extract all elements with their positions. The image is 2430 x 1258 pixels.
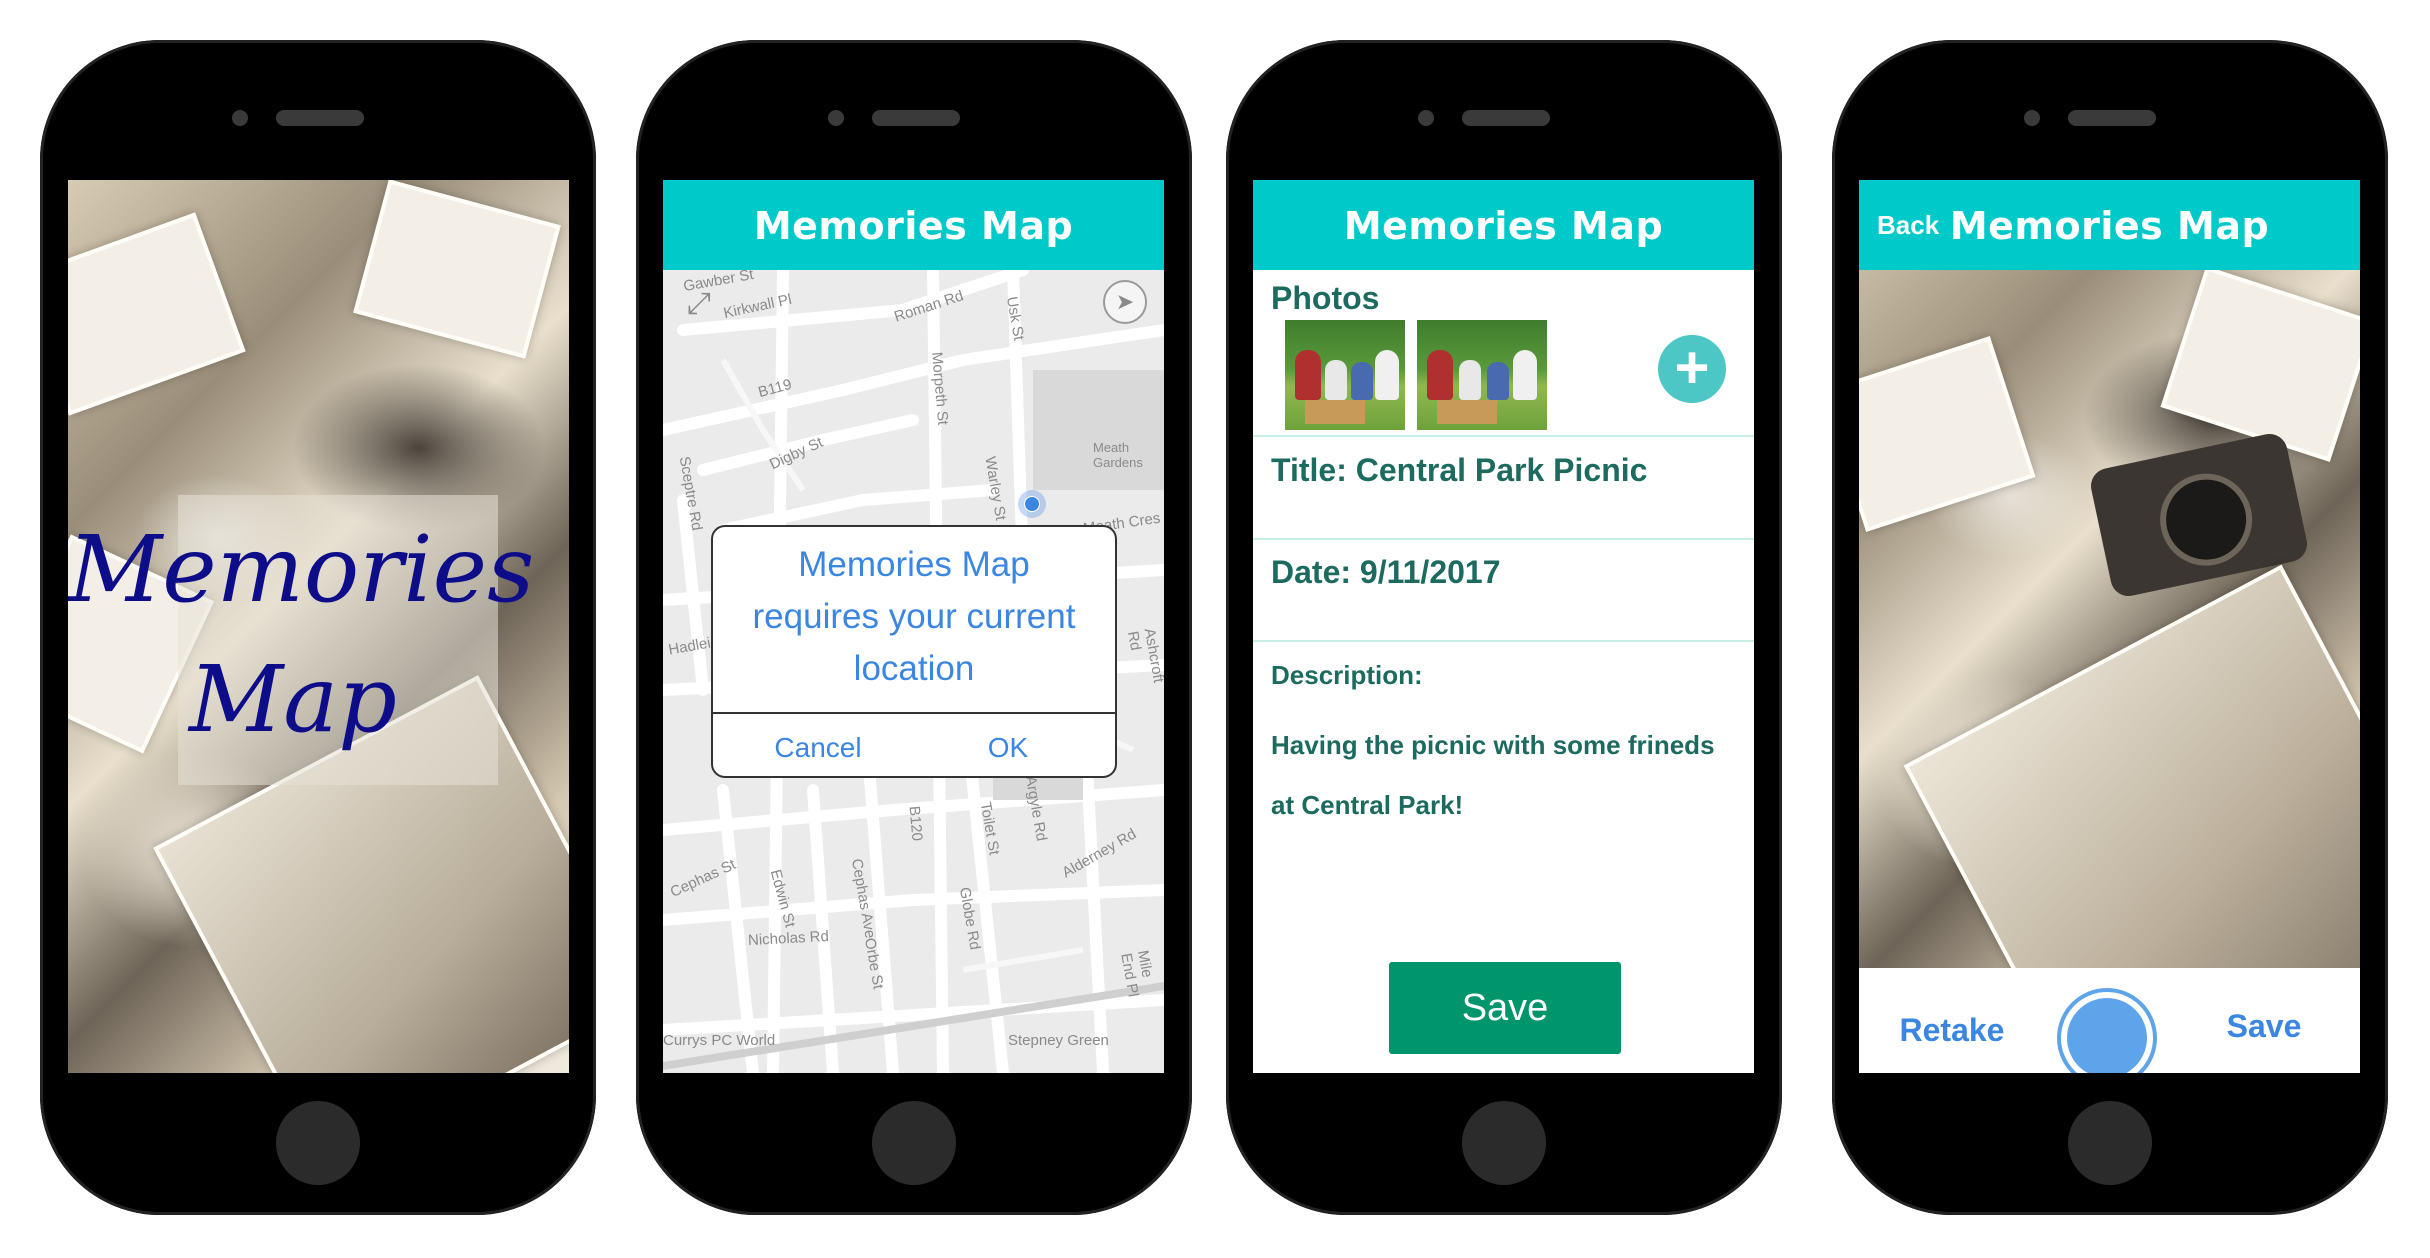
street-label: Orbe St — [860, 936, 887, 991]
camera-preview — [1859, 180, 2360, 968]
street-label: Globe Rd — [955, 885, 984, 952]
street-label: Cephas Ave — [847, 857, 879, 940]
earpiece-speaker — [872, 110, 960, 126]
photo-thumbnail[interactable] — [1417, 320, 1547, 430]
header-title: Memories Map — [1343, 204, 1664, 248]
title-field[interactable]: Title: Central Park Picnic — [1271, 452, 1647, 489]
splash-title-line2: Map — [189, 646, 397, 753]
street-label: Mile End Pl — [1117, 948, 1156, 999]
front-camera — [232, 110, 248, 126]
dialog-message: Memories Map requires your current locat… — [752, 545, 1076, 688]
home-button[interactable] — [2068, 1101, 2152, 1185]
divider — [1253, 538, 1754, 540]
street-label: Edwin St — [766, 867, 799, 930]
splash-title: Memories Map — [68, 505, 535, 765]
add-photo-button[interactable]: + — [1658, 335, 1726, 403]
map-screen: Memories Map Gawber St Kirkwall Pl Roman… — [663, 180, 1164, 1073]
app-header: Memories Map — [663, 180, 1164, 270]
save-button[interactable]: Save — [1389, 962, 1621, 1054]
street-label: Sceptre Rd — [675, 455, 706, 532]
divider — [1253, 640, 1754, 642]
street-label: Currys PC World — [663, 1032, 776, 1049]
phone-camera: Back Memories Map Retake Save — [1832, 40, 2388, 1215]
cancel-button[interactable]: Cancel — [743, 723, 893, 773]
current-location-marker — [1018, 490, 1046, 518]
street-label: Nicholas Rd — [747, 927, 830, 950]
street-label: Stepney Green — [1008, 1032, 1109, 1049]
street-label: Digby St — [767, 433, 826, 474]
photos-label: Photos — [1271, 280, 1380, 316]
earpiece-speaker — [2068, 110, 2156, 126]
splash-screen: Memories Map — [68, 180, 569, 1073]
street-label: Cephas St — [667, 855, 739, 902]
street-label: Roman Rd — [892, 287, 966, 326]
street-label: Usk St — [1002, 295, 1028, 342]
description-line: Having the picnic with some frineds — [1271, 730, 1715, 760]
street-label: Warley St — [981, 455, 1010, 522]
earpiece-speaker — [1462, 110, 1550, 126]
street-label: B120 — [905, 805, 926, 842]
phone-splash: Memories Map — [40, 40, 596, 1215]
front-camera — [1418, 110, 1434, 126]
shutter-button[interactable] — [2057, 988, 2157, 1073]
phone-map: Memories Map Gawber St Kirkwall Pl Roman… — [636, 40, 1192, 1215]
street-label: Kirkwall Pl — [721, 290, 794, 323]
ok-button[interactable]: OK — [953, 723, 1063, 773]
home-button[interactable] — [276, 1101, 360, 1185]
photo-thumbnail[interactable] — [1285, 320, 1405, 430]
back-button[interactable]: Back — [1877, 180, 1939, 270]
street-label: Toilet St — [976, 800, 1003, 857]
street-label: Ashcroft Rd — [1123, 626, 1164, 685]
home-button[interactable] — [1462, 1101, 1546, 1185]
street-label: Alderney Rd — [1059, 825, 1140, 882]
front-camera — [828, 110, 844, 126]
retake-button[interactable]: Retake — [1897, 968, 2007, 1073]
earpiece-speaker — [276, 110, 364, 126]
street-label: B119 — [756, 375, 794, 402]
description-label: Description: — [1271, 660, 1423, 690]
splash-title-line1: Memories — [68, 516, 535, 623]
dialog-divider — [713, 712, 1115, 714]
expand-map-icon[interactable]: ⤢ — [683, 288, 715, 320]
date-field[interactable]: Date: 9/11/2017 — [1271, 554, 1501, 591]
header-title: Memories Map — [753, 204, 1074, 248]
divider — [1253, 435, 1754, 437]
front-camera — [2024, 110, 2040, 126]
camera-screen: Back Memories Map Retake Save — [1859, 180, 2360, 1073]
street-label: Argyle Rd — [1021, 774, 1051, 843]
location-dialog: Memories Map requires your current locat… — [711, 525, 1117, 778]
street-label: Meath Gardens — [1093, 440, 1143, 470]
description-line: at Central Park! — [1271, 790, 1464, 820]
locate-me-icon[interactable]: ➤ — [1103, 280, 1147, 324]
save-button[interactable]: Save — [2209, 968, 2319, 1073]
detail-screen: Memories Map Photos + Title: Central Par… — [1253, 180, 1754, 1073]
camera-controls: Retake Save — [1859, 968, 2360, 1073]
phone-detail: Memories Map Photos + Title: Central Par… — [1226, 40, 1782, 1215]
plus-icon: + — [1674, 334, 1710, 401]
description-field[interactable]: Having the picnic with some frineds at C… — [1271, 715, 1741, 835]
app-header: Back Memories Map — [1859, 180, 2360, 270]
app-header: Memories Map — [1253, 180, 1754, 270]
home-button[interactable] — [872, 1101, 956, 1185]
street-label: Morpeth St — [928, 351, 952, 426]
